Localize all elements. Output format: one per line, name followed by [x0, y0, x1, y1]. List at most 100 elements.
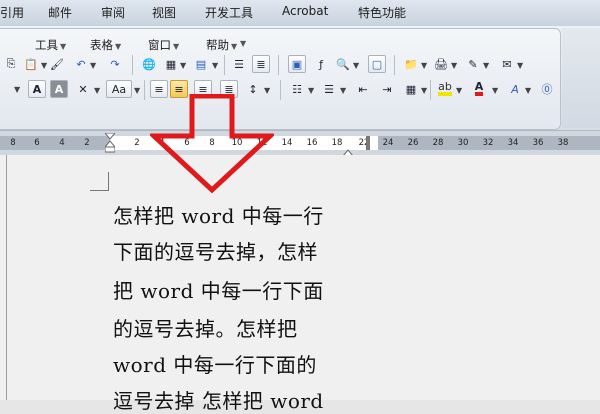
char-scaling-dropdown-icon[interactable]: ▼ — [94, 86, 100, 95]
research-icon[interactable]: ✎ — [464, 55, 482, 73]
zoom-icon[interactable]: 🔍 — [334, 55, 352, 73]
text-line[interactable]: word 中每一行下面的 — [113, 349, 317, 378]
paste-icon[interactable]: 📋 — [22, 55, 40, 73]
classic-toolbar-panel: 工具 ▼ 表格 ▼ 窗口 ▼ 帮助 ▼ ▼ ⎘ 📋 ▼ 🖌 ↶ ▼ ↷ 🌐 ▦ ▼ ▤ … — [0, 28, 561, 130]
open-dropdown-icon[interactable]: ▼ — [421, 61, 427, 70]
change-case-icon[interactable]: Aa — [106, 80, 132, 98]
char-border-icon[interactable]: A — [28, 80, 46, 98]
ruler-number: 8 — [10, 138, 16, 148]
help-icon[interactable]: ⓪ — [538, 80, 556, 98]
menu-help[interactable]: 帮助 ▼ — [206, 37, 237, 53]
ruler-left-margin — [0, 136, 110, 150]
tab-review[interactable]: 审阅 — [101, 4, 125, 21]
separator — [144, 80, 145, 100]
text-line[interactable]: 下面的逗号去掉，怎样 — [113, 236, 318, 265]
paste-dropdown-icon[interactable]: ▼ — [41, 61, 47, 70]
research-dropdown-icon[interactable]: ▼ — [483, 61, 489, 70]
ruler-number: 16 — [306, 138, 318, 148]
char-scaling-icon[interactable]: ✕ — [74, 80, 92, 98]
format-painter-icon[interactable]: 🖌 — [48, 55, 66, 73]
columns-icon[interactable]: ☰ — [230, 55, 248, 73]
char-shading-icon[interactable]: A — [50, 80, 68, 98]
document-map-icon[interactable]: ▣ — [288, 55, 306, 73]
open-folder-icon[interactable]: 📁 — [402, 55, 420, 73]
separator — [394, 55, 395, 75]
tables-borders-icon[interactable]: ▦ — [162, 55, 180, 73]
change-case-dropdown-icon[interactable]: ▼ — [134, 86, 140, 95]
ruler-number: 26 — [407, 138, 419, 148]
hyperlink-icon[interactable]: 🌐 — [140, 55, 158, 73]
font-color-dropdown-icon[interactable]: ▼ — [492, 86, 498, 95]
ruler-number: 32 — [482, 138, 494, 148]
copy-icon[interactable]: ⎘ — [2, 55, 20, 73]
zoom-dropdown-icon[interactable]: ▼ — [353, 61, 359, 70]
ruler-number: 28 — [432, 138, 444, 148]
separator — [132, 55, 133, 75]
email-icon[interactable]: ✉ — [498, 55, 516, 73]
separator — [278, 55, 279, 75]
page-margin-corner-mark — [90, 172, 109, 191]
ribbon-tab-bar: 引用 邮件 审阅 视图 开发工具 Acrobat 特色功能 — [0, 0, 600, 27]
full-screen-icon[interactable]: ▢ — [368, 55, 386, 73]
toolbar-right-pane — [562, 28, 600, 128]
borders-icon[interactable]: ▦ — [402, 80, 420, 98]
undo-icon[interactable]: ↶ — [72, 55, 90, 73]
tab-references[interactable]: 引用 — [0, 4, 24, 21]
email-dropdown-icon[interactable]: ▼ — [517, 61, 523, 70]
horizontal-ruler[interactable]: 8 6 4 2 2 4 6 8 10 12 14 16 18 22 24 26 28 30 32 34 36 38 — [0, 130, 600, 157]
highlight-swatch: ab — [438, 81, 452, 96]
ruler-number: 38 — [557, 138, 569, 148]
show-formatting-icon[interactable]: ≣ — [252, 55, 270, 73]
tables-dropdown-icon[interactable]: ▼ — [180, 61, 186, 70]
tab-developer[interactable]: 开发工具 — [205, 4, 253, 21]
bullets-icon[interactable]: ☰ — [320, 80, 338, 98]
ruler-number: 2 — [134, 138, 140, 148]
right-indent-marker-icon[interactable] — [341, 143, 355, 157]
numbering-dropdown-icon[interactable]: ▼ — [308, 86, 314, 95]
ruler-number: 6 — [34, 138, 40, 148]
text-line[interactable]: 把 word 中每一行下面 — [113, 275, 324, 304]
tab-mailings[interactable]: 邮件 — [48, 4, 72, 21]
redo-icon[interactable]: ↷ — [106, 55, 124, 73]
text-line[interactable]: 怎样把 word 中每一行 — [113, 200, 324, 229]
separator — [280, 80, 281, 100]
decrease-indent-icon[interactable]: ⇤ — [354, 80, 372, 98]
tab-acrobat[interactable]: Acrobat — [282, 4, 328, 18]
separator — [430, 80, 431, 100]
reading-layout-icon[interactable]: ƒ — [312, 55, 330, 73]
ruler-number: 2 — [84, 138, 90, 148]
text-effects-dropdown-icon[interactable]: ▼ — [525, 86, 531, 95]
column-marker[interactable] — [366, 136, 370, 150]
menu-table[interactable]: 表格 ▼ — [90, 37, 121, 53]
print-icon[interactable]: 🖨 — [432, 55, 450, 73]
ruler-number: 36 — [532, 138, 544, 148]
font-color-letter: A — [474, 81, 484, 96]
text-line[interactable]: 的逗号去掉。怎样把 — [113, 313, 298, 342]
bullets-dropdown-icon[interactable]: ▼ — [340, 86, 346, 95]
highlight-icon[interactable]: ab — [436, 80, 454, 98]
red-down-arrow-icon — [147, 93, 277, 198]
ruler-number: 30 — [457, 138, 469, 148]
text-effects-icon[interactable]: A — [506, 80, 524, 98]
menu-tools[interactable]: 工具 ▼ — [35, 37, 66, 53]
insert-table-dropdown-icon[interactable]: ▼ — [212, 61, 218, 70]
menu-window[interactable]: 窗口 ▼ — [148, 37, 179, 53]
insert-table-icon[interactable]: ▤ — [192, 55, 210, 73]
increase-indent-icon[interactable]: ⇥ — [378, 80, 396, 98]
separator — [224, 55, 225, 75]
numbering-icon[interactable]: ☷ — [288, 80, 306, 98]
toolbar-area: 工具 ▼ 表格 ▼ 窗口 ▼ 帮助 ▼ ▼ ⎘ 📋 ▼ 🖌 ↶ ▼ ↷ 🌐 ▦ ▼ ▤ … — [0, 26, 600, 130]
undo-dropdown-icon[interactable]: ▼ — [90, 61, 96, 70]
font-color-icon[interactable]: A — [470, 80, 488, 98]
ruler-number: 18 — [331, 138, 343, 148]
borders-dropdown-icon[interactable]: ▼ — [421, 86, 427, 95]
highlight-dropdown-icon[interactable]: ▼ — [456, 86, 462, 95]
indent-marker-icon[interactable] — [103, 132, 117, 153]
print-dropdown-icon[interactable]: ▼ — [451, 61, 457, 70]
tab-view[interactable]: 视图 — [152, 4, 176, 21]
toolbar-options-icon[interactable]: ▼ — [240, 39, 246, 48]
ruler-number: 34 — [507, 138, 519, 148]
font-size-dropdown-icon[interactable]: ▼ — [14, 85, 20, 94]
ruler-number: 4 — [59, 138, 65, 148]
tab-special-features[interactable]: 特色功能 — [358, 4, 406, 21]
